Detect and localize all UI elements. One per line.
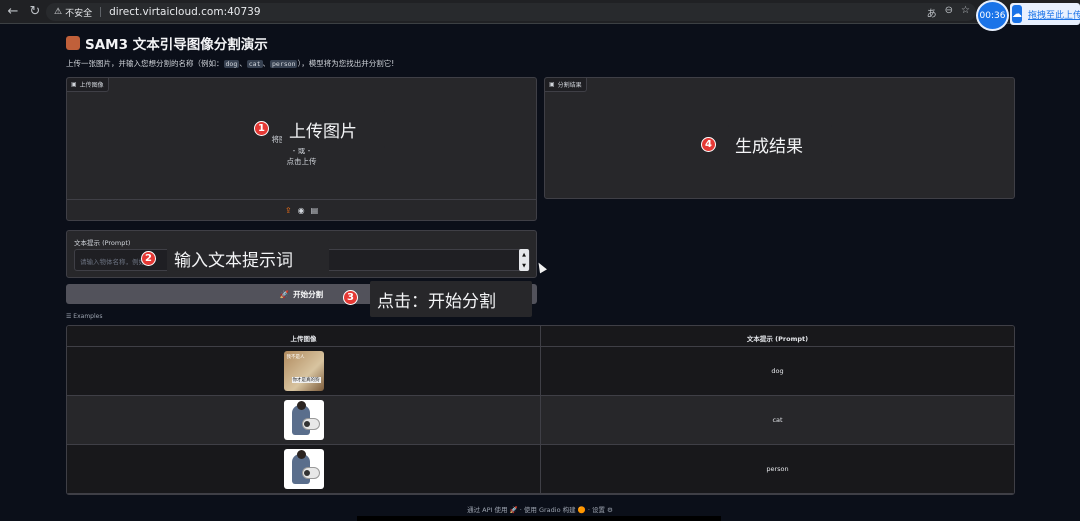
omnibox-icons: あ ⊖ ☆ <box>927 5 970 20</box>
address-bar[interactable]: ⚠ 不安全 direct.virtaicloud.com:40739 あ ⊖ ☆ <box>46 3 976 21</box>
example-thumbnail[interactable] <box>283 400 324 440</box>
example-row-person[interactable]: person <box>67 445 1014 494</box>
bookmark-star-icon[interactable]: ☆ <box>961 5 970 20</box>
example-thumbnail[interactable] <box>283 449 324 489</box>
scroll-stepper[interactable]: ▲ ▼ <box>519 249 529 271</box>
footer: 通过 API 使用 🚀 · 使用 Gradio 构建 🟠 · 设置 ⚙ <box>467 506 613 514</box>
annotation-upload-image: 上传图片 <box>282 110 385 148</box>
prompt-label: 文本提示 (Prompt) <box>74 239 131 247</box>
upload-toolbar: ⇪ ◉ ▤ <box>67 199 536 220</box>
example-term: cat <box>246 60 263 68</box>
example-prompt[interactable]: cat <box>541 396 1014 444</box>
recording-timer[interactable]: 00:36 <box>976 0 1009 31</box>
security-warning[interactable]: ⚠ 不安全 <box>54 6 92 19</box>
annotation-enter-prompt: 输入文本提示词 <box>167 239 329 277</box>
image-icon: ▣ <box>549 81 555 88</box>
chevron-down-icon[interactable]: ▼ <box>522 263 526 269</box>
column-header: 文本提示 (Prompt) <box>746 335 809 343</box>
settings-link[interactable]: 设置 <box>592 506 605 514</box>
panel-label: ▣ 分割结果 <box>545 78 587 92</box>
url-text[interactable]: direct.virtaicloud.com:40739 <box>109 6 260 18</box>
examples-label: ☰ Examples <box>66 313 103 320</box>
step-marker-1: 1 <box>254 121 269 136</box>
translate-icon[interactable]: あ <box>927 5 937 20</box>
column-header: 上传图像 <box>67 326 541 346</box>
example-prompt[interactable]: person <box>541 445 1014 493</box>
api-link[interactable]: 通过 API 使用 <box>467 506 507 514</box>
rocket-icon: 🚀 <box>279 289 290 299</box>
page-description: 上传一张图片，并输入您想分割的名称（例如： dog、 cat、 person ），模型将… <box>66 59 395 68</box>
example-row-dog[interactable]: 我不是人 你才是真的狗 dog <box>67 347 1014 396</box>
cloud-icon: ☁ <box>1012 5 1022 23</box>
example-term: dog <box>223 60 240 68</box>
zoom-icon[interactable]: ⊖ <box>945 5 953 20</box>
webcam-icon[interactable]: ◉ <box>298 206 305 215</box>
chevron-up-icon[interactable]: ▲ <box>522 252 526 258</box>
annotation-click-start: 点击：开始分割 <box>370 281 532 317</box>
warning-icon: ⚠ <box>54 7 63 17</box>
browser-toolbar: ← ↻ ⚠ 不安全 direct.virtaicloud.com:40739 あ … <box>0 0 1080 24</box>
step-marker-2: 2 <box>141 251 156 266</box>
monkey-emoji-icon <box>66 36 80 50</box>
table-cell: 我不是人 你才是真的狗 <box>67 347 541 395</box>
gradio-link[interactable]: 使用 Gradio 构建 <box>524 506 576 514</box>
example-prompt[interactable]: dog <box>541 347 1014 395</box>
bottom-bar <box>357 516 721 521</box>
example-row-cat[interactable]: cat <box>67 396 1014 445</box>
image-icon: ▣ <box>71 81 77 88</box>
annotation-result: 生成结果 <box>728 125 832 163</box>
upload-icon[interactable]: ⇪ <box>285 206 292 215</box>
table-header: 上传图像 文本提示 (Prompt) <box>67 326 1014 347</box>
clipboard-icon[interactable]: ▤ <box>311 206 319 215</box>
panel-label: ▣ 上传图像 <box>67 78 109 92</box>
extension-label: 拖拽至此上传 <box>1028 10 1080 21</box>
back-icon[interactable]: ← <box>4 3 22 21</box>
step-marker-3: 3 <box>343 290 358 305</box>
divider <box>100 7 102 17</box>
table-cell <box>67 445 541 493</box>
examples-table: 上传图像 文本提示 (Prompt) 我不是人 你才是真的狗 dog cat p… <box>66 325 1015 495</box>
image-upload-panel[interactable]: ▣ 上传图像 将图像拖放到此处 - 或 - 点击上传 ⇪ ◉ ▤ <box>66 77 537 221</box>
example-thumbnail[interactable]: 我不是人 你才是真的狗 <box>283 351 324 391</box>
example-term: person <box>270 60 298 68</box>
step-marker-4: 4 <box>701 137 716 152</box>
page-title: SAM3 文本引导图像分割演示 <box>66 33 268 53</box>
reload-icon[interactable]: ↻ <box>26 3 44 21</box>
table-cell <box>67 396 541 444</box>
extension-upload-button[interactable]: ☁ 拖拽至此上传 <box>1010 3 1080 25</box>
